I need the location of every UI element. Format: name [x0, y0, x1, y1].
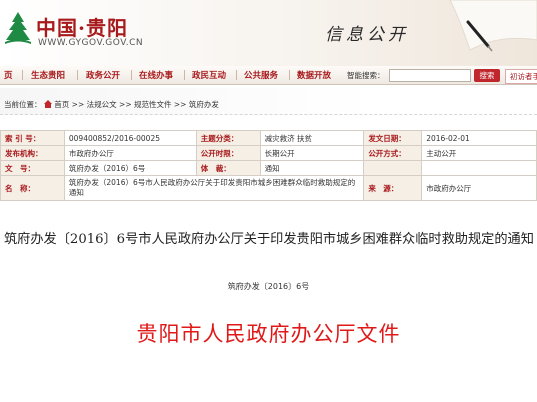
nav-eco-guiyang[interactable]: 生态贵阳 [31, 69, 65, 81]
search-input[interactable] [389, 69, 471, 82]
table-row: 发布机构： 市政府办公厅 公开时限： 长期公开 公开方式： 主动公开 [0, 145, 537, 161]
issue-date-label: 发文日期： [363, 130, 423, 146]
nav-interaction[interactable]: 政民互动 [192, 69, 226, 81]
nav-divider [22, 70, 23, 80]
disclosure-mode-value: 主动公开 [421, 145, 537, 161]
breadcrumb-regulations[interactable]: 法规公文 [87, 100, 117, 109]
table-row: 索 引 号： 009400852/2016-00025 主题分类： 减灾救济 扶… [0, 130, 537, 146]
site-name[interactable]: 中国·贵阳 [36, 12, 128, 41]
doc-number-label: 文 号： [0, 160, 65, 176]
nav-divider [184, 70, 185, 80]
nav-gov-affairs[interactable]: 政务公开 [86, 69, 120, 81]
breadcrumb-sep: >> [71, 100, 85, 109]
topic-label: 主题分类： [195, 130, 261, 146]
search-label: 智能搜索： [347, 71, 385, 80]
paper-pen-icon [449, 0, 537, 52]
publisher-value: 市政府办公厅 [63, 145, 197, 161]
source-value: 市政府办公厅 [421, 175, 537, 201]
breadcrumb-sep: >> [173, 100, 187, 109]
name-value: 筑府办发（2016）6号市人民政府办公厅关于印发贵阳市城乡困难群众临时救助规定的… [63, 175, 365, 201]
nav-divider [236, 70, 237, 80]
publisher-label: 发布机构： [0, 145, 65, 161]
index-number-value: 009400852/2016-00025 [63, 130, 197, 146]
site-url: WWW.GYGOV.GOV.CN [38, 38, 144, 48]
disclosure-period-value: 长期公开 [259, 145, 365, 161]
nav-divider [77, 70, 78, 80]
nav-online-services[interactable]: 在线办事 [139, 69, 173, 81]
table-row: 文 号： 筑府办发（2016）6号 体 裁： 通知 [0, 160, 537, 176]
breadcrumb-normative-docs[interactable]: 规范性文件 [134, 100, 172, 109]
breadcrumb-home[interactable]: 首页 [54, 100, 69, 109]
breadcrumb-sep: >> [119, 100, 132, 109]
doc-number-value: 筑府办发（2016）6号 [63, 160, 197, 176]
name-label: 名 称： [0, 175, 65, 201]
red-header-title: 贵阳市人民政府办公厅文件 [136, 322, 401, 346]
search-button[interactable]: 搜索 [474, 69, 500, 82]
section-title: 信息公开 [325, 25, 409, 45]
nav-public-services[interactable]: 公共服务 [244, 69, 278, 81]
breadcrumb-label: 当前位置： [4, 100, 42, 109]
topic-value: 减灾救济 扶贫 [259, 130, 365, 146]
breadcrumb-current[interactable]: 筑府办发 [189, 100, 219, 109]
empty-label [363, 160, 423, 176]
document-metadata-table: 索 引 号： 009400852/2016-00025 主题分类： 减灾救济 扶… [0, 130, 537, 201]
site-header: 中国·贵阳 WWW.GYGOV.GOV.CN 信息公开 [0, 0, 537, 66]
disclosure-mode-label: 公开方式： [363, 145, 423, 161]
logo-icon[interactable] [3, 10, 33, 46]
main-nav: 页 生态贵阳 政务公开 在线办事 政民互动 公共服务 数据开放 智能搜索： 搜索… [0, 66, 537, 85]
nav-divider [289, 70, 290, 80]
disclosure-period-label: 公开时限： [195, 145, 261, 161]
source-label: 来 源： [363, 175, 423, 201]
table-row: 名 称： 筑府办发（2016）6号市人民政府办公厅关于印发贵阳市城乡困难群众临时… [0, 175, 537, 201]
nav-home[interactable]: 页 [4, 69, 13, 81]
document-number: 筑府办发〔2016〕6号 [227, 282, 310, 291]
document-title: 筑府办发〔2016〕6号市人民政府办公厅关于印发贵阳市城乡困难群众临时救助规定的… [4, 232, 534, 247]
empty-value [421, 160, 537, 176]
breadcrumb: 当前位置： 首页 >> 法规公文 >> 规范性文件 >> 筑府办发 [0, 88, 537, 115]
home-icon [43, 100, 52, 108]
visitor-guide-button[interactable]: 初访者手 [505, 69, 537, 84]
nav-divider [131, 70, 132, 80]
issue-date-value: 2016-02-01 [421, 130, 537, 146]
index-number-label: 索 引 号： [0, 130, 65, 146]
genre-label: 体 裁： [195, 160, 261, 176]
genre-value: 通知 [259, 160, 365, 176]
nav-open-data[interactable]: 数据开放 [297, 69, 331, 81]
